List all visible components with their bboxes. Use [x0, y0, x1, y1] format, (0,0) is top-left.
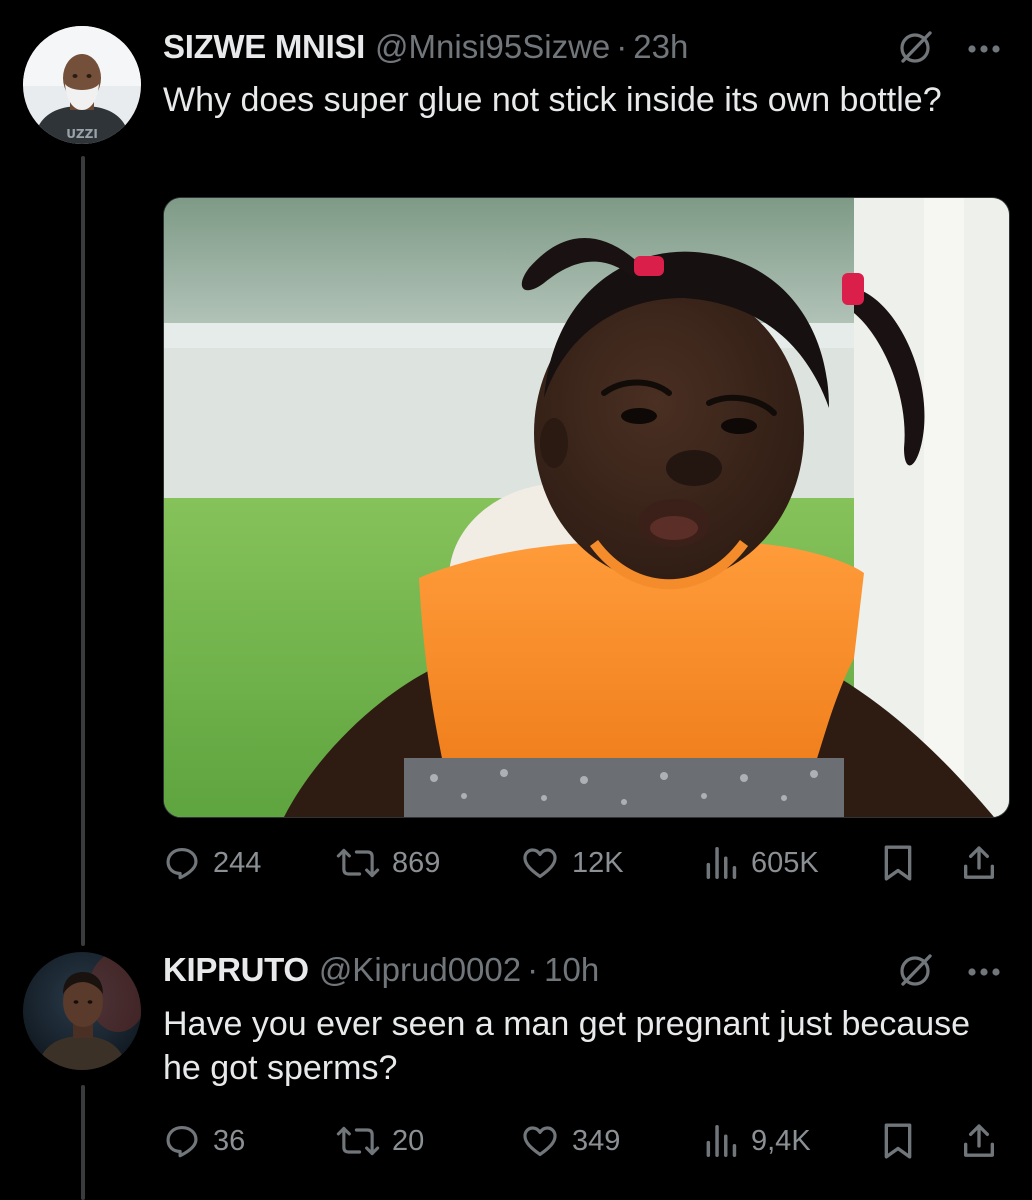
tweet-header: SIZWE MNISI @Mnisi95Sizwe · 23h: [163, 27, 688, 67]
repost-icon: [336, 1126, 380, 1156]
avatar[interactable]: [23, 952, 141, 1070]
tweet-text: Have you ever seen a man get pregnant ju…: [163, 1005, 971, 1087]
share-icon: [964, 846, 994, 879]
thread-line: [81, 1085, 85, 1200]
avatar-image: UZZI: [23, 26, 141, 144]
repost-button[interactable]: 869: [336, 838, 440, 888]
header-icons: [896, 27, 1002, 71]
reply-count: 36: [213, 1124, 246, 1157]
like-count: 349: [572, 1124, 621, 1157]
like-button[interactable]: 12K: [520, 838, 624, 888]
reply-count: 244: [213, 846, 262, 879]
reply-button[interactable]: 36: [163, 1116, 245, 1166]
grok-icon[interactable]: [896, 950, 936, 994]
tweet-header: KIPRUTO @Kiprud0002 · 10h: [163, 950, 599, 990]
tweet-media-photo[interactable]: [163, 197, 1010, 818]
views-icon: [706, 1125, 737, 1157]
tweet-actions: 36 20 349 9,4K: [163, 1116, 1003, 1166]
more-icon[interactable]: [966, 40, 1002, 59]
tweet-actions: 244 869 12K 605K: [163, 838, 1003, 888]
share-button[interactable]: [959, 838, 1011, 888]
like-button[interactable]: 349: [520, 1116, 620, 1166]
separator-dot: ·: [616, 28, 628, 65]
more-icon[interactable]: [966, 963, 1002, 982]
avatar-shirt-text: UZZI: [66, 127, 98, 141]
avatar[interactable]: UZZI: [23, 26, 141, 144]
views-icon: [706, 847, 737, 879]
reply-icon: [166, 1125, 198, 1158]
avatar-image: [23, 952, 141, 1070]
share-button[interactable]: [959, 1116, 1011, 1166]
view-count: 605K: [751, 846, 819, 879]
views-button[interactable]: 9,4K: [703, 1116, 811, 1166]
like-icon: [523, 1126, 557, 1157]
repost-count: 20: [392, 1124, 425, 1157]
user-handle[interactable]: @Mnisi95Sizwe: [375, 27, 610, 67]
grok-icon[interactable]: [896, 27, 936, 71]
reply-button[interactable]: 244: [163, 838, 261, 888]
reply-icon: [166, 847, 198, 880]
user-handle[interactable]: @Kiprud0002: [319, 950, 521, 990]
bookmark-button[interactable]: [881, 1116, 927, 1166]
repost-count: 869: [392, 846, 441, 879]
header-icons: [896, 950, 1002, 994]
display-name[interactable]: KIPRUTO: [163, 950, 309, 990]
tweet-text: Why does super glue not stick inside its…: [163, 81, 942, 119]
display-name[interactable]: SIZWE MNISI: [163, 27, 365, 67]
repost-button[interactable]: 20: [336, 1116, 424, 1166]
like-count: 12K: [572, 846, 624, 879]
bookmark-icon: [884, 845, 912, 881]
separator-dot: ·: [527, 951, 539, 988]
like-icon: [523, 848, 557, 879]
bookmark-button[interactable]: [881, 838, 927, 888]
timestamp[interactable]: 10h: [544, 950, 599, 990]
photo-image: [164, 198, 1009, 817]
timestamp[interactable]: 23h: [633, 27, 688, 67]
thread-line: [81, 156, 85, 946]
bookmark-icon: [884, 1123, 912, 1159]
view-count: 9,4K: [751, 1124, 811, 1157]
repost-icon: [336, 848, 380, 878]
views-button[interactable]: 605K: [703, 838, 819, 888]
share-icon: [964, 1124, 994, 1157]
